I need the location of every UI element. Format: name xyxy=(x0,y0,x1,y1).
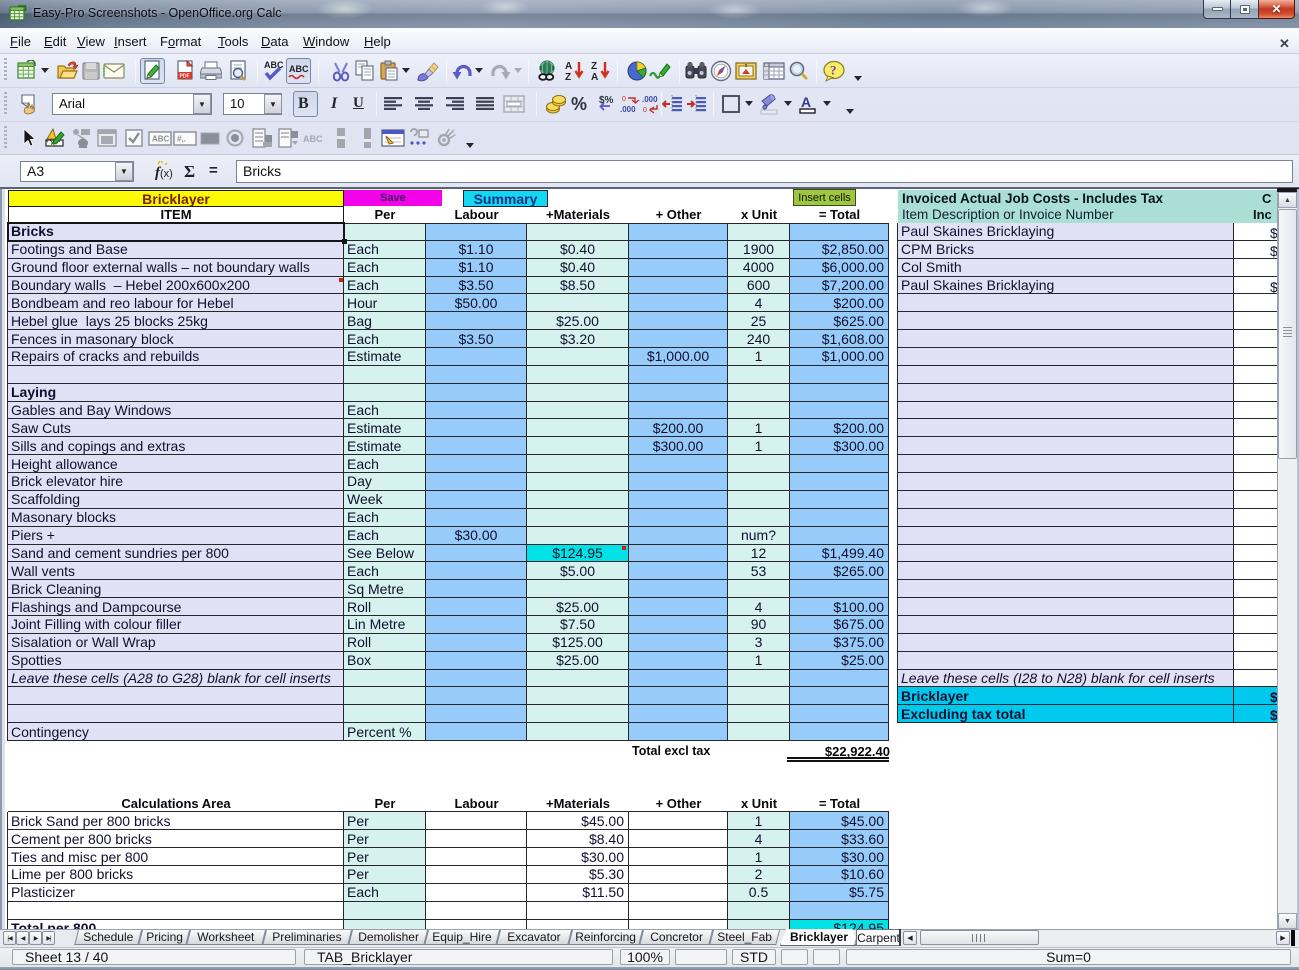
svg-text:PDF: PDF xyxy=(180,74,190,80)
svg-text:A: A xyxy=(801,94,811,110)
svg-text:A: A xyxy=(591,72,598,82)
svg-text:(x): (x) xyxy=(160,168,173,180)
svg-text:ABC: ABC xyxy=(289,64,309,74)
svg-text:A: A xyxy=(565,61,572,72)
svg-text:.000: .000 xyxy=(620,105,636,114)
svg-text:#,.: #,. xyxy=(177,135,186,144)
svg-text:%: % xyxy=(571,94,587,114)
svg-text:.000: .000 xyxy=(642,95,658,104)
svg-text:0: 0 xyxy=(622,96,626,103)
svg-text:Z: Z xyxy=(591,61,597,72)
svg-text:$%: $% xyxy=(599,95,614,106)
svg-text:ABC: ABC xyxy=(264,60,284,70)
svg-text:ABC: ABC xyxy=(303,134,323,144)
svg-text:?: ? xyxy=(830,63,837,78)
svg-text:Z: Z xyxy=(565,72,571,82)
svg-text:ABC: ABC xyxy=(152,135,170,144)
svg-text:0: 0 xyxy=(643,107,647,114)
